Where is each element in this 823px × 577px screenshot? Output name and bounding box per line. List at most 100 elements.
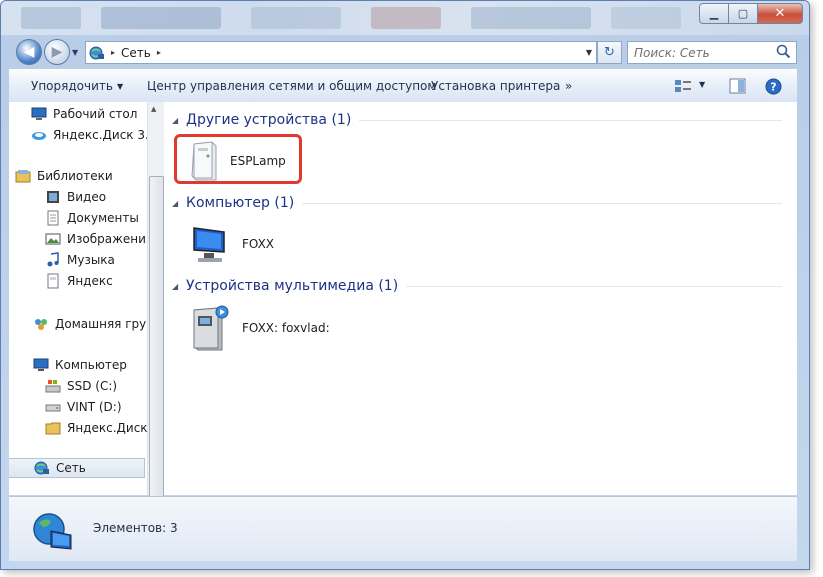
change-view-icon[interactable]: [674, 78, 692, 94]
sidebar-item-label: Сеть: [56, 461, 86, 475]
address-bar[interactable]: ▸ Сеть ▸ ▼: [85, 41, 597, 64]
sidebar-item-label: Рабочий стол: [53, 107, 138, 121]
minimize-icon: ▁: [709, 7, 719, 20]
collapse-icon[interactable]: ◢: [172, 282, 180, 291]
help-icon[interactable]: ?: [765, 78, 782, 95]
highlight-annotation: [174, 134, 302, 184]
network-center-label: Центр управления сетями и общим доступом: [147, 79, 437, 93]
video-icon: [47, 191, 59, 203]
search-box[interactable]: [627, 41, 797, 64]
breadcrumb-separator[interactable]: ▸: [157, 48, 161, 57]
navigation-scrollbar[interactable]: ▲: [147, 102, 164, 498]
libraries-icon: [15, 170, 31, 183]
sidebar-item-video[interactable]: Видео: [45, 187, 106, 207]
group-header-other-devices[interactable]: ◢ Другие устройства (1): [172, 110, 782, 130]
sidebar-item-label: Яндекс.Диск: [67, 421, 147, 435]
group-divider: [359, 119, 782, 121]
preview-pane-icon[interactable]: [729, 78, 746, 94]
breadcrumb-separator[interactable]: ▸: [111, 48, 115, 57]
sidebar-item-label: Видео: [67, 190, 107, 204]
blurred-background: [251, 7, 341, 29]
refresh-icon: ↻: [604, 45, 615, 60]
blurred-background: [21, 7, 81, 29]
drive-c-icon: [45, 380, 61, 393]
device-name: FOXX: foxvlad:: [242, 321, 330, 335]
explorer-window: ▁ ▢ ✕ ◀ ▶ ▼ ▸ Сеть ▸ ▼ ↻ Упорядочить▼ Це…: [0, 0, 810, 570]
homegroup-icon: [35, 319, 47, 330]
close-button[interactable]: ✕: [757, 3, 803, 24]
collapse-icon[interactable]: ◢: [172, 199, 180, 208]
computer-icon: [33, 358, 49, 371]
blurred-background: [471, 7, 591, 29]
maximize-button[interactable]: ▢: [728, 3, 758, 24]
sidebar-item-documents[interactable]: Документы: [45, 208, 139, 228]
status-bar: Элементов: 3: [9, 496, 797, 561]
sidebar-item-pictures[interactable]: Изображения: [45, 229, 147, 249]
add-printer-button[interactable]: Установка принтера: [431, 79, 560, 93]
group-header-media-devices[interactable]: ◢ Устройства мультимедиа (1): [172, 276, 782, 296]
device-item-foxx-media[interactable]: FOXX: foxvlad:: [188, 304, 330, 352]
breadcrumb-network[interactable]: Сеть: [121, 46, 151, 60]
navigation-pane: Рабочий стол Яндекс.Диск 3.0 Библиотеки …: [9, 102, 147, 495]
svg-text:?: ?: [770, 81, 776, 94]
group-header-computer[interactable]: ◢ Компьютер (1): [172, 193, 782, 213]
maximize-icon: ▢: [737, 7, 749, 20]
sidebar-item-libraries[interactable]: Библиотеки: [15, 166, 113, 186]
search-icon[interactable]: [776, 44, 791, 59]
blurred-background: [371, 7, 441, 29]
organize-label: Упорядочить: [31, 79, 113, 93]
sidebar-item-label: Домашняя группа: [55, 317, 147, 331]
caption-buttons: ▁ ▢ ✕: [699, 3, 803, 24]
back-button[interactable]: ◀: [16, 39, 42, 65]
desktop-icon: [31, 107, 47, 120]
sidebar-item-computer[interactable]: Компьютер: [33, 355, 127, 375]
yandex-icon: [47, 273, 59, 289]
scroll-thumb[interactable]: [149, 176, 164, 498]
more-label: »: [565, 79, 573, 93]
refresh-button[interactable]: ↻: [597, 41, 622, 64]
sidebar-item-label: Музыка: [67, 253, 115, 267]
collapse-icon[interactable]: ◢: [172, 116, 180, 125]
pictures-icon: [45, 233, 61, 245]
address-dropdown-icon[interactable]: ▼: [586, 48, 592, 57]
network-icon: [34, 461, 49, 475]
chevron-down-icon: ▼: [116, 82, 124, 91]
more-commands-button[interactable]: »: [565, 79, 572, 93]
blurred-background: [611, 7, 681, 29]
sidebar-item-label: Документы: [67, 211, 139, 225]
media-server-icon: [193, 305, 229, 351]
sidebar-item-homegroup[interactable]: Домашняя группа: [33, 314, 147, 334]
sidebar-item-label: SSD (C:): [67, 379, 118, 393]
sidebar-item-vint-d[interactable]: VINT (D:): [45, 397, 122, 417]
sidebar-item-label: VINT (D:): [67, 400, 122, 414]
network-icon: [89, 46, 104, 59]
sidebar-item-music[interactable]: Музыка: [45, 250, 115, 270]
organize-button[interactable]: Упорядочить ▼: [31, 79, 123, 93]
title-bar: [1, 1, 809, 35]
sidebar-item-yandex-disk-3[interactable]: Яндекс.Диск 3.0: [31, 125, 147, 145]
status-item-count: Элементов: 3: [93, 521, 178, 535]
device-name: FOXX: [242, 237, 275, 251]
forward-button[interactable]: ▶: [44, 39, 70, 65]
sidebar-item-yandex-disk[interactable]: Яндекс.Диск: [45, 418, 147, 438]
minimize-button[interactable]: ▁: [699, 3, 729, 24]
command-bar: Упорядочить ▼ Центр управления сетями и о…: [9, 69, 797, 103]
search-input[interactable]: [634, 45, 774, 60]
documents-icon: [47, 210, 59, 226]
network-globe-icon: [33, 513, 72, 550]
sidebar-item-label: Компьютер: [55, 358, 127, 372]
add-printer-label: Установка принтера: [431, 79, 561, 93]
group-title: Другие устройства (1): [186, 112, 352, 128]
sidebar-item-label: Яндекс: [67, 274, 113, 288]
scroll-up-icon[interactable]: ▲: [151, 105, 156, 113]
close-icon: ✕: [774, 6, 786, 21]
sidebar-item-ssd-c[interactable]: SSD (C:): [45, 376, 117, 396]
view-dropdown-icon[interactable]: ▼: [699, 80, 705, 89]
sidebar-item-yandex[interactable]: Яндекс: [45, 271, 113, 291]
device-item-foxx[interactable]: FOXX: [188, 222, 274, 266]
sidebar-item-desktop[interactable]: Рабочий стол: [31, 104, 137, 124]
recent-pages-dropdown[interactable]: ▼: [72, 48, 78, 57]
sidebar-item-label: Яндекс.Диск 3.0: [53, 128, 147, 142]
sidebar-item-network[interactable]: Сеть: [9, 458, 145, 478]
network-center-button[interactable]: Центр управления сетями и общим доступом: [147, 79, 436, 93]
